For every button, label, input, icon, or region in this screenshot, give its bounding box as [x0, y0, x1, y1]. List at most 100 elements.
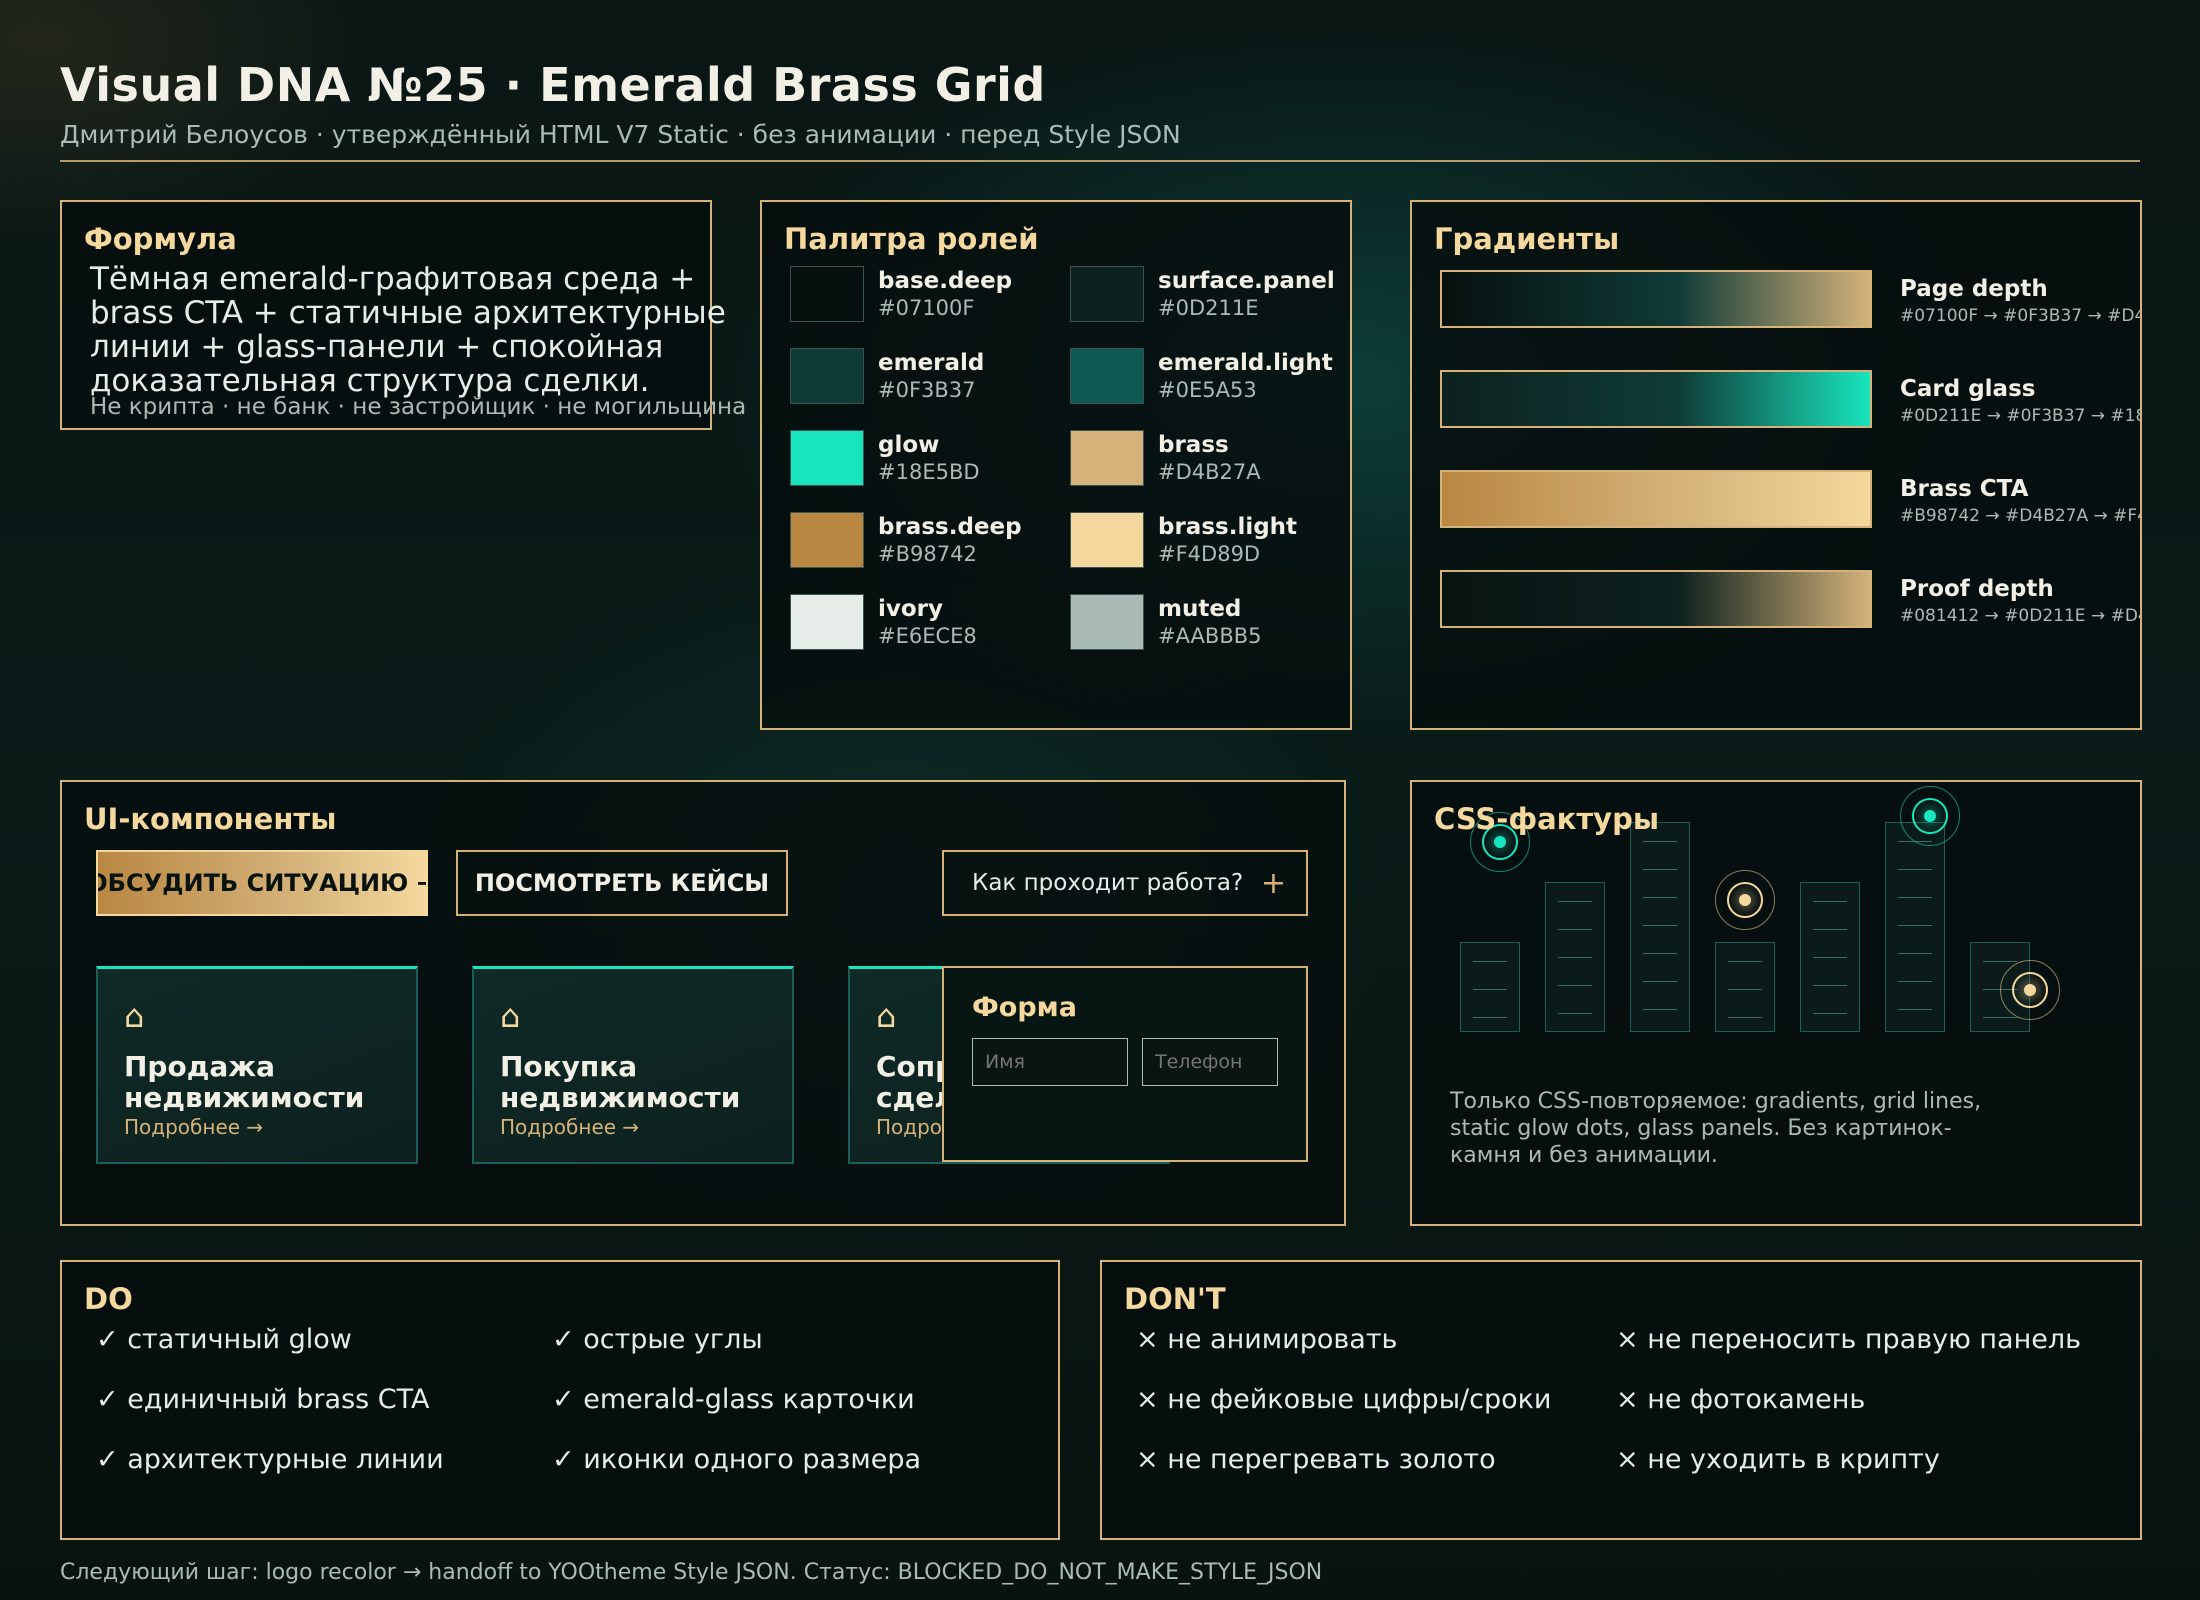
swatch-chip [790, 266, 864, 322]
grid-line [1473, 989, 1507, 990]
swatch-hex: #0D211E [1158, 296, 1259, 320]
name-input[interactable] [972, 1038, 1128, 1086]
grid-line [1558, 985, 1592, 986]
house-icon: ⌂ [876, 997, 897, 1035]
css-textures-panel: CSS-фактуры Только CSS-повторяемое: grad… [1410, 780, 2142, 1226]
gradient-bar [1440, 270, 1872, 328]
dont-item: × не анимировать [1136, 1324, 1398, 1355]
do-panel: DO ✓ статичный glow ✓ острые углы ✓ един… [60, 1260, 1060, 1540]
formula-text: Тёмная emerald-графитовая среда + brass … [90, 261, 726, 399]
grid-column [1885, 822, 1945, 1032]
swatch-name: base.deep [878, 268, 1013, 294]
gradient-bar [1440, 570, 1872, 628]
service-card[interactable]: ⌂ Продажа недвижимости Подробнее → [96, 966, 418, 1164]
swatch: glow #18E5BD [790, 430, 1070, 490]
discuss-situation-button[interactable]: ОБСУДИТЬ СИТУАЦИЮ → [96, 850, 428, 916]
grid-line [1558, 1013, 1592, 1014]
swatch-hex: #D4B27A [1158, 460, 1261, 484]
dont-item: × не перегревать золото [1136, 1444, 1496, 1475]
accordion-label: Как проходит работа? [972, 870, 1244, 896]
swatch: emerald #0F3B37 [790, 348, 1070, 408]
grid-line [1558, 957, 1592, 958]
gradient-stops: #07100F → #0F3B37 → #D4B27A [1900, 306, 2142, 326]
accordion-how-it-works[interactable]: Как проходит работа? + [942, 850, 1308, 916]
swatch-hex: #0E5A53 [1158, 378, 1257, 402]
form-title: Форма [972, 992, 1077, 1023]
grid-line [1643, 925, 1677, 926]
grid-line [1643, 953, 1677, 954]
swatch-name: brass.light [1158, 514, 1298, 540]
swatch-hex: #E6ECE8 [878, 624, 977, 648]
swatch: ivory #E6ECE8 [790, 594, 1070, 654]
swatch-name: muted [1158, 596, 1242, 622]
card-title: Покупка недвижимости [500, 1050, 741, 1114]
css-textures-title: CSS-фактуры [1434, 802, 1660, 836]
card-more-link[interactable]: Подробнее → [124, 1115, 263, 1139]
gradient-label: Card glass [1900, 376, 2036, 402]
swatch-name: emerald.light [1158, 350, 1333, 376]
gradients-panel: Градиенты Page depth #07100F → #0F3B37 →… [1410, 200, 2142, 730]
header-divider [60, 160, 2140, 162]
swatch-name: emerald [878, 350, 985, 376]
grid-line [1898, 953, 1932, 954]
glow-dot [2024, 984, 2036, 996]
header: Visual DNA №25 · Emerald Brass Grid Дмит… [60, 58, 2140, 149]
palette-panel: Палитра ролей base.deep #07100F surface.p… [760, 200, 1352, 730]
swatch: brass #D4B27A [1070, 430, 1350, 490]
swatch-chip [790, 594, 864, 650]
grid-line [1813, 929, 1847, 930]
footer-status: Следующий шаг: logo recolor → handoff to… [60, 1560, 1323, 1585]
grid-line [1728, 961, 1762, 962]
house-icon: ⌂ [124, 997, 145, 1035]
card-more-link[interactable]: Подробнее → [500, 1115, 639, 1139]
textures-description: Только CSS-повторяемое: gradients, grid … [1450, 1089, 1982, 1168]
swatch: brass.deep #B98742 [790, 512, 1070, 572]
ui-components-panel: UI-компоненты ОБСУДИТЬ СИТУАЦИЮ → ПОСМОТ… [60, 780, 1346, 1226]
swatch-chip [1070, 430, 1144, 486]
swatch-name: ivory [878, 596, 944, 622]
do-item: ✓ единичный brass CTA [96, 1384, 430, 1415]
grid-line [1898, 981, 1932, 982]
grid-line [1558, 929, 1592, 930]
grid-line [1898, 897, 1932, 898]
gradient-bar [1440, 470, 1872, 528]
swatch-chip [1070, 348, 1144, 404]
plus-icon: + [1260, 865, 1286, 901]
grid-column [1715, 942, 1775, 1032]
gradient-label: Brass CTA [1900, 476, 2029, 502]
swatch: surface.panel #0D211E [1070, 266, 1350, 326]
service-card[interactable]: ⌂ Покупка недвижимости Подробнее → [472, 966, 794, 1164]
swatch-hex: #AABBB5 [1158, 624, 1262, 648]
do-title: DO [84, 1282, 133, 1316]
card-title: Продажа недвижимости [124, 1050, 365, 1114]
swatch-chip [1070, 512, 1144, 568]
gradient-label: Proof depth [1900, 576, 2054, 602]
swatch: muted #AABBB5 [1070, 594, 1350, 654]
swatch-hex: #07100F [878, 296, 975, 320]
grid-line [1643, 869, 1677, 870]
house-icon: ⌂ [500, 997, 521, 1035]
view-cases-button[interactable]: ПОСМОТРЕТЬ КЕЙСЫ [456, 850, 788, 916]
swatch-chip [1070, 266, 1144, 322]
dont-panel: DON'T × не анимировать × не переносить п… [1100, 1260, 2142, 1540]
gradient-stops: #081412 → #0D211E → #D4B27A [1900, 606, 2140, 626]
grid-line [1813, 1013, 1847, 1014]
grid-line [1643, 981, 1677, 982]
dont-item: × не фейковые цифры/сроки [1136, 1384, 1552, 1415]
swatch-name: surface.panel [1158, 268, 1335, 294]
swatch-chip [790, 430, 864, 486]
phone-input[interactable] [1142, 1038, 1278, 1086]
do-item: ✓ острые углы [552, 1324, 763, 1355]
swatch-chip [1070, 594, 1144, 650]
grid-line [1983, 1017, 2017, 1018]
ui-components-title: UI-компоненты [84, 802, 337, 836]
formula-note: Не крипта · не банк · не застройщик · не… [90, 394, 747, 420]
swatch-chip [790, 348, 864, 404]
gradient-bar [1440, 370, 1872, 428]
swatch-name: brass.deep [878, 514, 1022, 540]
dont-item: × не переносить правую панель [1616, 1324, 2082, 1355]
glow-dot [1739, 894, 1751, 906]
grid-line [1728, 1017, 1762, 1018]
formula-panel: Формула Тёмная emerald-графитовая среда … [60, 200, 746, 430]
palette-title: Палитра ролей [784, 222, 1039, 256]
